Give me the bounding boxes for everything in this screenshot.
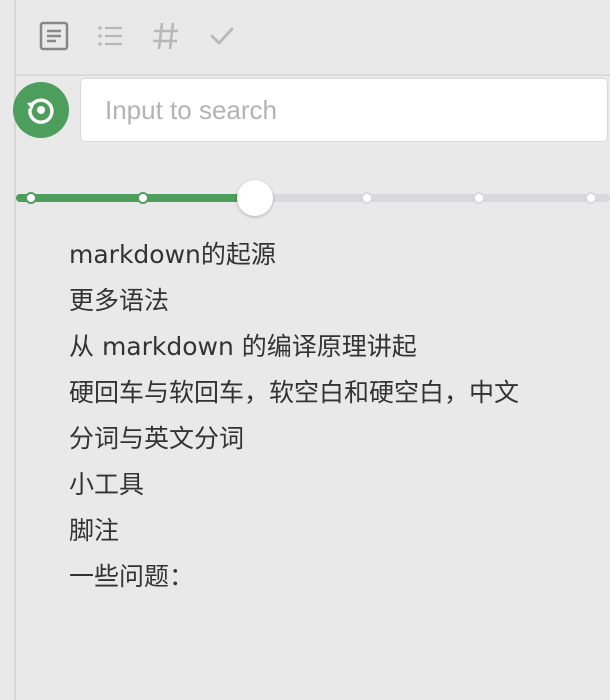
history-button[interactable]	[13, 82, 69, 138]
list-view-button[interactable]	[94, 20, 126, 52]
heading-view-button[interactable]	[150, 20, 182, 52]
bulleted-list-icon	[98, 26, 122, 46]
slider-step-dot[interactable]	[137, 192, 149, 204]
slider-thumb[interactable]	[237, 180, 273, 216]
level-slider[interactable]	[16, 180, 610, 216]
toc-item[interactable]: markdown的起源	[69, 232, 599, 278]
checkmark-icon	[210, 27, 234, 45]
toc-item[interactable]: 从 markdown 的编译原理讲起	[69, 324, 599, 370]
slider-fill	[16, 194, 255, 202]
search-input[interactable]	[81, 79, 607, 141]
toc-item[interactable]: 一些问题：	[69, 554, 599, 600]
toc-item[interactable]: 更多语法	[69, 278, 599, 324]
task-view-button[interactable]	[206, 20, 238, 52]
view-toolbar	[16, 0, 610, 76]
history-restore-icon	[27, 98, 54, 124]
slider-step-dot[interactable]	[473, 192, 485, 204]
slider-step-dot[interactable]	[585, 192, 597, 204]
toc-item[interactable]: 分词与英文分词	[69, 416, 599, 462]
slider-step-dot[interactable]	[361, 192, 373, 204]
toc-item[interactable]: 脚注	[69, 508, 599, 554]
toc-item[interactable]: 硬回车与软回车，软空白和硬空白，中文	[69, 370, 599, 416]
hash-icon	[153, 22, 178, 50]
toc-list: markdown的起源 更多语法从 markdown 的编译原理讲起 硬回车与软回车…	[69, 232, 599, 600]
outline-view-button[interactable]	[38, 20, 70, 52]
slider-step-dot[interactable]	[25, 192, 37, 204]
outline-panel: markdown的起源更多语法从 markdown 的编译原理讲起硬回车与软回车…	[0, 0, 610, 700]
toc-item[interactable]: 小工具	[69, 462, 599, 508]
document-outline-icon	[39, 21, 69, 51]
search-row	[0, 76, 610, 146]
search-box	[80, 78, 608, 142]
